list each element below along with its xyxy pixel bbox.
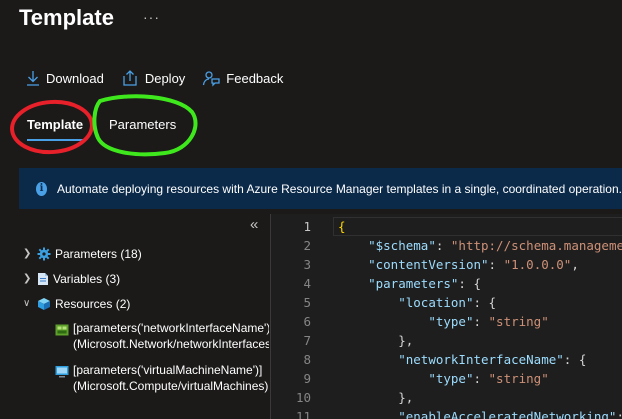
- more-options-button[interactable]: ···: [143, 9, 160, 25]
- toolbar: Download Deploy Feedback: [26, 66, 300, 90]
- tree-item-label: Variables (3): [53, 271, 121, 286]
- line-number: 4: [303, 276, 311, 291]
- line-number: 3: [303, 257, 311, 272]
- line-number: 10: [295, 390, 311, 405]
- download-label: Download: [46, 70, 104, 86]
- code-line[interactable]: 4 "parameters": {: [271, 274, 622, 293]
- code-line[interactable]: 9 "type": "string": [271, 369, 622, 388]
- line-number: 9: [303, 371, 311, 386]
- deploy-label: Deploy: [144, 70, 186, 86]
- tree-item-parameters[interactable]: ❯ Parameters (18): [23, 241, 142, 266]
- line-number: 11: [295, 409, 311, 419]
- tree-leaf-name: [parameters('virtualMachineName')]: [73, 363, 263, 377]
- code-line[interactable]: 7 },: [271, 331, 622, 350]
- tree-item-variables[interactable]: ❯ Variables (3): [23, 266, 120, 291]
- page-title: Template: [19, 5, 114, 30]
- tab-parameters[interactable]: Parameters: [109, 117, 176, 132]
- virtual-machine-icon: [55, 365, 69, 400]
- code-line[interactable]: 10 },: [271, 388, 622, 407]
- code-text: "type": "string": [428, 314, 549, 329]
- code-text: "parameters": {: [368, 276, 481, 291]
- code-text: "networkInterfaceName": {: [398, 352, 587, 367]
- chevron-right-icon[interactable]: ❯: [23, 248, 33, 259]
- code-text: "location": {: [398, 295, 497, 310]
- line-number: 2: [303, 238, 311, 253]
- code-line[interactable]: 6 "type": "string": [271, 312, 622, 331]
- download-button[interactable]: Download: [26, 70, 104, 86]
- chevron-right-icon[interactable]: ❯: [23, 273, 33, 284]
- document-icon: [37, 272, 49, 286]
- gear-icon: [37, 247, 51, 261]
- download-icon: [27, 71, 39, 86]
- code-text: "enableAcceleratedNetworking": {: [398, 409, 622, 419]
- tree-leaf-virtual-machine[interactable]: [parameters('virtualMachineName')] (Micr…: [55, 362, 269, 400]
- info-icon: i: [36, 181, 47, 196]
- tab-template-underline: [27, 139, 86, 141]
- code-text: "contentVersion": "1.0.0.0",: [368, 257, 579, 272]
- code-line[interactable]: 5 "location": {: [271, 293, 622, 312]
- tree-leaf-type: (Microsoft.Compute/virtualMachines): [73, 379, 269, 393]
- code-line[interactable]: 11 "enableAcceleratedNetworking": {: [271, 407, 622, 419]
- deploy-button[interactable]: Deploy: [121, 69, 185, 87]
- info-banner-text: Automate deploying resources with Azure …: [57, 181, 622, 196]
- tree-item-resources[interactable]: ∨ Resources (2): [23, 291, 130, 316]
- code-editor[interactable]: 1{2 "$schema": "http://schema.management…: [270, 214, 622, 419]
- code-line[interactable]: 1{: [271, 217, 622, 236]
- feedback-button[interactable]: Feedback: [202, 69, 283, 87]
- feedback-label: Feedback: [226, 70, 284, 86]
- feedback-icon: [203, 71, 220, 87]
- tree-item-label: Resources (2): [55, 296, 131, 311]
- code-text: },: [338, 390, 414, 405]
- tree-item-label: Parameters (18): [55, 246, 142, 261]
- line-number: 7: [303, 333, 311, 348]
- code-text: "$schema": "http://schema.management.azu…: [368, 238, 622, 253]
- collapse-panel-button[interactable]: «: [250, 216, 258, 233]
- code-text: {: [338, 219, 346, 234]
- code-line[interactable]: 8 "networkInterfaceName": {: [271, 350, 622, 369]
- network-interface-icon: [55, 323, 69, 358]
- tree-leaf-network-interface[interactable]: [parameters('networkInterfaceName')] (Mi…: [55, 320, 269, 358]
- tree-leaf-name: [parameters('networkInterfaceName')]: [73, 321, 269, 335]
- chevron-down-icon[interactable]: ∨: [23, 298, 33, 309]
- line-number: 5: [303, 295, 311, 310]
- deploy-icon: [123, 70, 137, 86]
- code-text: "type": "string": [428, 371, 549, 386]
- code-line[interactable]: 2 "$schema": "http://schema.management.a…: [271, 236, 622, 255]
- info-banner: i Automate deploying resources with Azur…: [19, 168, 622, 209]
- code-line[interactable]: 3 "contentVersion": "1.0.0.0",: [271, 255, 622, 274]
- tab-template[interactable]: Template: [27, 117, 83, 132]
- cube-icon: [37, 297, 51, 311]
- line-number: 1: [303, 219, 311, 234]
- code-text: },: [338, 333, 414, 348]
- tree-leaf-type: (Microsoft.Network/networkInterfaces): [73, 337, 269, 351]
- line-number: 6: [303, 314, 311, 329]
- line-number: 8: [303, 352, 311, 367]
